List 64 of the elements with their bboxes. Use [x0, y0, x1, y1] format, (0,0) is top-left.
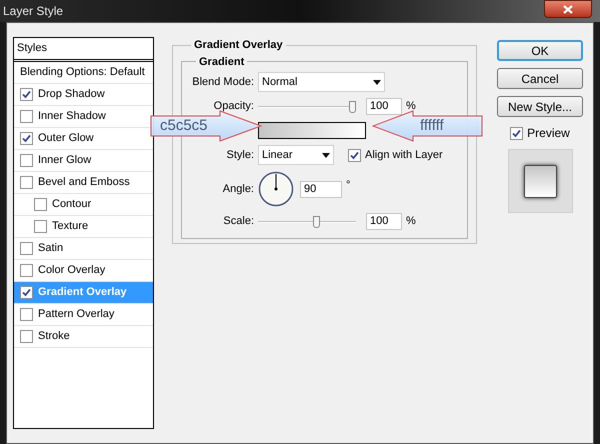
checkmark-icon: [22, 90, 31, 99]
number-field[interactable]: 90: [300, 180, 342, 198]
style-list-item[interactable]: Blending Options: Default: [14, 62, 153, 84]
style-select[interactable]: Linear: [258, 145, 334, 165]
slider[interactable]: [258, 214, 356, 228]
style-list-item[interactable]: Stroke: [14, 326, 153, 348]
align-label: Align with Layer: [365, 148, 443, 163]
preview-label: Preview: [527, 125, 570, 142]
field-label: Scale:: [222, 214, 254, 230]
checkbox[interactable]: [20, 308, 33, 321]
checkbox[interactable]: [348, 148, 361, 162]
slider[interactable]: [258, 100, 356, 114]
checkmark-icon: [22, 288, 31, 297]
styles-header: Styles: [14, 38, 153, 62]
angle-dial[interactable]: [258, 171, 294, 207]
number-field[interactable]: 100: [366, 213, 402, 230]
checkbox[interactable]: [20, 286, 33, 299]
dialog-button[interactable]: OK: [497, 40, 583, 61]
style-list-item[interactable]: Drop Shadow: [14, 84, 153, 106]
style-list-item[interactable]: Satin: [14, 238, 153, 260]
callout-text: c5c5c5: [160, 117, 208, 135]
unit-label: °: [346, 178, 350, 193]
field-label: Blend Mode:: [191, 74, 254, 90]
close-icon: [563, 4, 573, 14]
slider-thumb[interactable]: [312, 216, 320, 228]
checkbox[interactable]: [20, 88, 33, 101]
style-list-item[interactable]: Outer Glow: [14, 128, 153, 150]
caret-icon: [322, 152, 330, 158]
checkbox[interactable]: [20, 330, 33, 343]
checkbox[interactable]: [20, 132, 33, 145]
dialog-button[interactable]: New Style...: [497, 96, 583, 117]
blend-mode-select[interactable]: Normal: [258, 72, 385, 92]
checkmark-icon: [22, 134, 31, 143]
gradient-swatch[interactable]: [258, 122, 366, 138]
checkbox[interactable]: [20, 176, 33, 189]
slider-thumb[interactable]: [349, 100, 356, 112]
field-label: Opacity:: [212, 99, 254, 114]
checkbox[interactable]: [20, 242, 33, 255]
style-list-item[interactable]: Texture: [14, 216, 153, 238]
checkbox[interactable]: [20, 154, 33, 167]
field-label: Style:: [225, 148, 254, 163]
checkbox[interactable]: [20, 264, 33, 277]
window-title: Layer Style: [3, 3, 64, 20]
dialog-button[interactable]: Cancel: [497, 68, 583, 89]
checkbox[interactable]: [34, 220, 47, 233]
number-field[interactable]: 100: [366, 98, 402, 115]
style-list-item[interactable]: Contour: [14, 194, 153, 216]
checkbox[interactable]: [20, 110, 33, 123]
group-title: Gradient: [198, 54, 246, 70]
checkmark-icon: [350, 150, 359, 160]
checkmark-icon: [512, 128, 522, 138]
unit-label: %: [406, 214, 416, 230]
unit-label: %: [406, 99, 416, 114]
style-list-item[interactable]: Inner Glow: [14, 150, 153, 172]
section-title: Gradient Overlay: [193, 38, 284, 53]
style-list-item[interactable]: Bevel and Emboss: [14, 172, 153, 194]
checkbox[interactable]: [34, 198, 47, 211]
preview-square: [524, 164, 556, 198]
close-button[interactable]: [544, 0, 592, 18]
callout-text: ffffff: [420, 117, 444, 135]
field-label: Angle:: [222, 182, 254, 197]
caret-icon: [373, 80, 381, 84]
checkbox[interactable]: [510, 126, 524, 140]
style-list-item[interactable]: Pattern Overlay: [14, 304, 153, 326]
